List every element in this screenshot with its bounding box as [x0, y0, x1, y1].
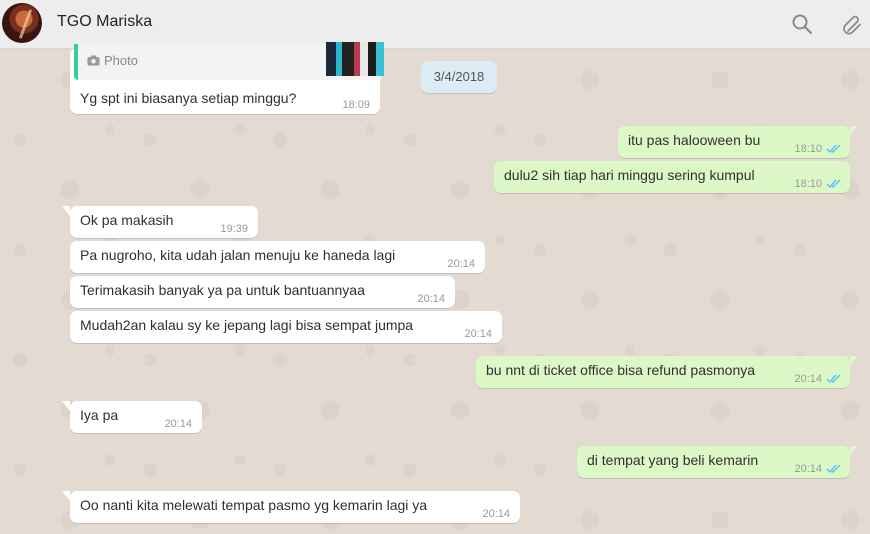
message-time: 20:14 — [447, 258, 475, 270]
message-text: Iya pa — [80, 407, 119, 423]
message-bubble-outgoing[interactable]: bu nnt di ticket office bisa refund pasm… — [476, 356, 858, 388]
message-time: 20:14 — [417, 293, 445, 305]
message-text: Terimakasih banyak ya pa untuk bantuanny… — [80, 282, 365, 298]
message-time: 20:14 — [482, 508, 510, 520]
message-text: bu nnt di ticket office bisa refund pasm… — [486, 362, 756, 378]
message-time: 18:10 — [794, 178, 822, 190]
message-bubble-incoming[interactable]: Terimakasih banyak ya pa untuk bantuanny… — [70, 276, 455, 308]
search-icon[interactable] — [790, 12, 814, 36]
message-text: Ok pa makasih — [80, 212, 174, 228]
avatar[interactable] — [2, 3, 42, 43]
chat-header: TGO Mariska — [0, 0, 870, 49]
read-receipt-icon — [826, 374, 841, 384]
message-bubble-incoming[interactable]: Mudah2an kalau sy ke jepang lagi bisa se… — [70, 311, 502, 343]
message-bubble-incoming[interactable]: Ok pa makasih 19:39 — [62, 206, 258, 238]
message-bubble-incoming[interactable]: Iya pa 20:14 — [62, 401, 202, 433]
message-bubble-outgoing[interactable]: di tempat yang beli kemarin 20:14 — [577, 446, 858, 478]
date-separator: 3/4/2018 — [421, 61, 497, 93]
message-time: 20:14 — [164, 418, 192, 430]
message-text: Pa nugroho, kita udah jalan menuju ke ha… — [80, 247, 396, 263]
quote-label: Photo — [104, 53, 138, 68]
message-text: Yg spt ini biasanya setiap minggu? — [80, 90, 297, 106]
message-text: di tempat yang beli kemarin — [587, 452, 759, 468]
message-bubble-incoming[interactable]: Pa nugroho, kita udah jalan menuju ke ha… — [70, 241, 485, 273]
message-time: 20:14 — [464, 328, 492, 340]
message-time: 19:39 — [220, 223, 248, 235]
message-bubble-outgoing[interactable]: dulu2 sih tiap hari minggu sering kumpul… — [494, 161, 850, 193]
camera-icon — [87, 55, 100, 66]
paperclip-icon[interactable] — [840, 12, 864, 36]
message-text: Oo nanti kita melewati tempat pasmo yg k… — [80, 497, 428, 513]
message-text: itu pas halooween bu — [628, 132, 761, 148]
read-receipt-icon — [826, 179, 841, 189]
message-time: 18:10 — [794, 143, 822, 155]
quoted-photo-thumbnail — [326, 42, 384, 76]
message-bubble-incoming[interactable]: Photo Yg spt ini biasanya setiap minggu?… — [70, 42, 384, 114]
message-text: Mudah2an kalau sy ke jepang lagi bisa se… — [80, 317, 414, 333]
read-receipt-icon — [826, 464, 841, 474]
quoted-message[interactable]: Photo — [74, 42, 384, 80]
message-text: dulu2 sih tiap hari minggu sering kumpul — [504, 167, 755, 183]
message-bubble-outgoing[interactable]: itu pas halooween bu 18:10 — [618, 126, 858, 158]
contact-name[interactable]: TGO Mariska — [57, 13, 152, 31]
message-time: 18:09 — [342, 99, 370, 111]
message-time: 20:14 — [794, 463, 822, 475]
read-receipt-icon — [826, 144, 841, 154]
message-bubble-incoming[interactable]: Oo nanti kita melewati tempat pasmo yg k… — [62, 491, 520, 523]
message-time: 20:14 — [794, 373, 822, 385]
